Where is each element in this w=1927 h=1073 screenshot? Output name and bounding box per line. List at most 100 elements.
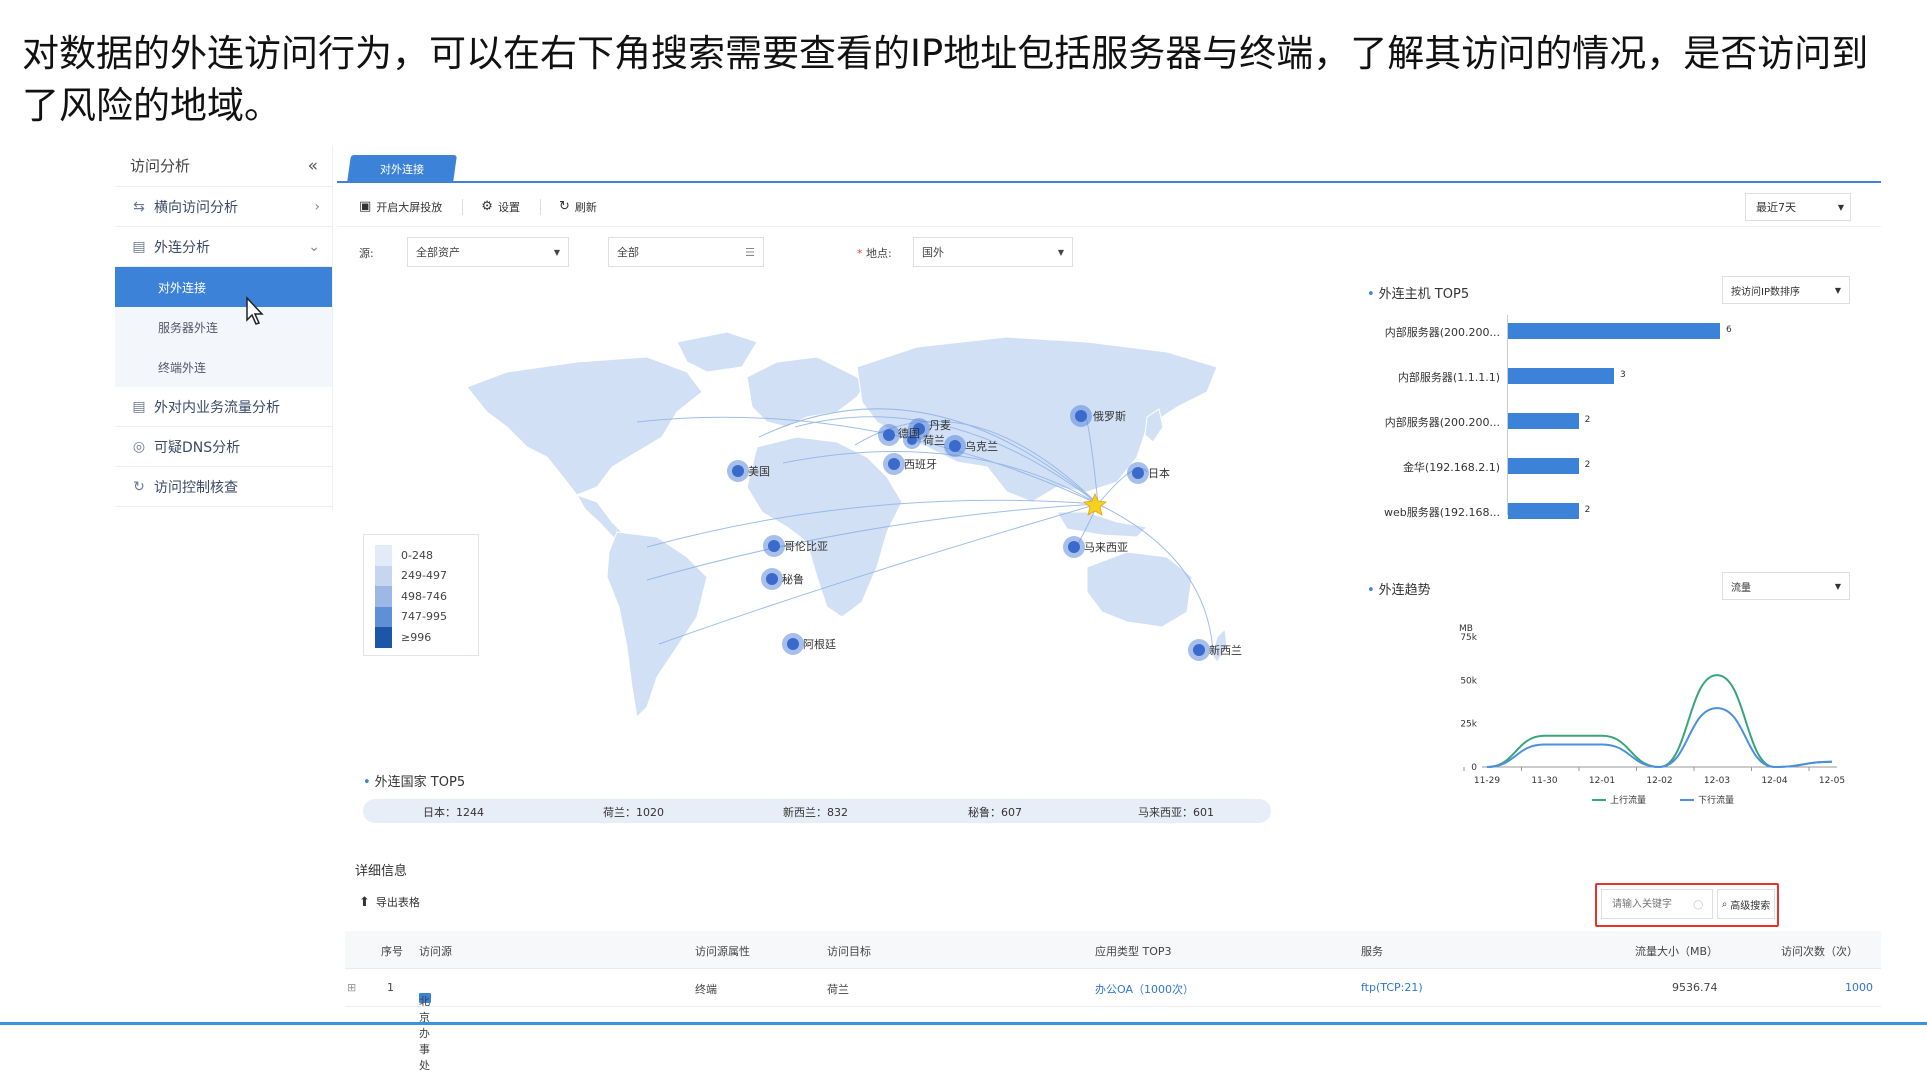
cell-target: 荷兰 [827, 983, 849, 996]
cell-app-link[interactable]: 办公OA（1000次） [1095, 981, 1194, 997]
search-icon: ⌕ [1721, 898, 1728, 910]
col-header[interactable]: 应用类型 TOP3 [1095, 943, 1172, 959]
legend-swatch [375, 606, 392, 627]
table-row[interactable]: ⊞ 1 北京办事处 终端 荷兰 办公OA（1000次） ftp(TCP:21) … [345, 969, 1881, 1072]
host-top5-title: • 外连主机 TOP5 [1367, 287, 1470, 302]
legend-item: 498-746 [375, 586, 478, 607]
export-button[interactable]: ⬆ 导出表格 [359, 894, 420, 910]
host-bar[interactable] [1508, 368, 1614, 384]
legend-item: 0-248 [375, 545, 478, 566]
city-label: 美国 [748, 465, 770, 478]
doc-icon: ▤ [132, 238, 146, 255]
sidebar: 访问分析 « ⇆ 横向访问分析 › ▤ 外连分析 ⌄ 对外连接 服务器外连 终端… [115, 145, 333, 510]
main-panel: 对外连接 ▣ 开启大屏投放 ⚙ 设置 ↻ 刷新 最近7天 ▼ 源: 全部资产 ▼ 全部 ☰ … [337, 147, 1881, 1072]
host-bar-label: 金华(192.168.2.1) [1402, 461, 1500, 474]
y-tick-label: 0 [1471, 763, 1477, 773]
country-top5-item: 新西兰：832 [783, 806, 848, 819]
refresh-button[interactable]: ↻ 刷新 [559, 199, 597, 215]
map-central-america [575, 494, 623, 540]
host-bar-label: 内部服务器(200.200... [1384, 416, 1500, 429]
sidebar-item-access-control[interactable]: ↻ 访问控制核查 [115, 467, 332, 507]
advanced-search-button[interactable]: ⌕ 高级搜索 [1717, 889, 1775, 919]
trend-metric-select[interactable]: 流量 ▼ [1722, 572, 1850, 600]
sidebar-item-label: 外连分析 [154, 239, 210, 256]
collapse-icon[interactable]: « [308, 156, 318, 176]
sidebar-item-label: 外对内业务流量分析 [154, 399, 280, 416]
country-top5-item: 荷兰：1020 [603, 806, 664, 819]
col-header[interactable]: 访问目标 [827, 943, 871, 959]
legend-swatch [375, 586, 392, 607]
bottom-accent-line [0, 1022, 1927, 1025]
location-label: * 地点: [857, 247, 892, 260]
host-bar-value: 6 [1726, 325, 1732, 335]
dns-icon: ◎ [132, 438, 146, 455]
sidebar-item-label: 可疑DNS分析 [154, 439, 241, 456]
cell-count-link[interactable]: 1000 [1845, 981, 1873, 994]
host-bar[interactable] [1508, 323, 1720, 339]
chevron-right-icon: › [314, 198, 320, 215]
tab-external-connect[interactable]: 对外连接 [347, 155, 457, 183]
source-select[interactable]: 全部资产 ▼ [407, 237, 569, 267]
country-top5-item: 马来西亚：601 [1138, 806, 1214, 819]
sidebar-item-lateral[interactable]: ⇆ 横向访问分析 › [115, 187, 332, 227]
fullscreen-button[interactable]: ▣ 开启大屏投放 [359, 199, 442, 215]
city-label: 丹麦 [929, 419, 951, 432]
asset-select[interactable]: 全部 ☰ [608, 237, 764, 267]
col-header[interactable]: 服务 [1361, 943, 1383, 959]
col-header[interactable]: 序号 [381, 943, 403, 959]
divider [539, 198, 541, 215]
map-australia [1086, 551, 1193, 628]
host-bar[interactable] [1508, 413, 1579, 429]
legend-item: ≥996 [375, 627, 478, 648]
host-sort-select[interactable]: 按访问IP数排序 ▼ [1722, 276, 1850, 304]
map-north-america [466, 356, 703, 496]
city-label: 阿根廷 [803, 637, 836, 651]
sidebar-item-outbound[interactable]: ▤ 外连分析 ⌄ [115, 227, 332, 267]
map-legend: 0-248 249-497 498-746 747-995 ≥996 [363, 534, 479, 656]
settings-button[interactable]: ⚙ 设置 [481, 199, 520, 215]
detail-title: 详细信息 [355, 864, 408, 879]
host-bar-value: 2 [1584, 505, 1591, 515]
cell-size: 9536.74 [1672, 981, 1718, 994]
location-select[interactable]: 国外 ▼ [913, 237, 1073, 267]
trend-chart: MB75k50k25k011-29 11-30 12-01 12-02 12-03 12-… [1459, 624, 1845, 806]
host-bar[interactable] [1508, 458, 1579, 474]
table-header: 序号 访问源 访问源属性 访问目标 应用类型 TOP3 服务 流量大小（MB） … [345, 931, 1881, 969]
map-africa [746, 436, 903, 618]
expand-icon[interactable]: ⊞ [347, 981, 356, 994]
col-header[interactable]: 访问源 [419, 943, 452, 959]
sidebar-sub-terminal-outbound[interactable]: 终端外连 [115, 347, 332, 387]
legend-swatch [375, 565, 392, 586]
toolbar: ▣ 开启大屏投放 ⚙ 设置 ↻ 刷新 最近7天 ▼ [337, 187, 1881, 227]
city-label: 日本 [1148, 466, 1170, 480]
city-label: 新西兰 [1209, 643, 1242, 657]
cell-attr: 终端 [695, 983, 717, 996]
x-tick-label: 12-02 [1646, 776, 1672, 786]
sidebar-sub-server-outbound[interactable]: 服务器外连 [115, 307, 332, 347]
map-greenland [676, 331, 758, 373]
city-label: 荷兰 [923, 434, 945, 447]
caret-down-icon: ▼ [1834, 581, 1841, 591]
host-bar-label: web服务器(192.168... [1383, 506, 1500, 519]
x-tick-label: 11-30 [1531, 776, 1557, 786]
sidebar-item-dns[interactable]: ◎ 可疑DNS分析 [115, 427, 332, 467]
sidebar-sub-external-connect[interactable]: 对外连接 [115, 267, 332, 307]
time-range-select[interactable]: 最近7天 ▼ [1745, 193, 1851, 221]
country-top5-item: 秘鲁：607 [968, 806, 1022, 819]
col-header[interactable]: 访问次数（次） [1781, 943, 1858, 959]
sidebar-item-inbound-traffic[interactable]: ▤ 外对内业务流量分析 [115, 387, 332, 427]
caret-down-icon: ▼ [1057, 247, 1064, 257]
trend-title: • 外连趋势 [1367, 583, 1431, 598]
col-header[interactable]: 流量大小（MB） [1635, 943, 1718, 959]
doc-icon: ▤ [132, 398, 146, 415]
screen-icon: ▣ [359, 199, 372, 214]
city-label: 乌克兰 [965, 439, 998, 453]
cell-service-link[interactable]: ftp(TCP:21) [1361, 981, 1423, 994]
tab-bar: 对外连接 [337, 147, 1881, 183]
host-bar[interactable] [1508, 503, 1579, 519]
col-header[interactable]: 访问源属性 [695, 943, 750, 959]
arrows-icon: ⇆ [133, 198, 145, 215]
host-bar-label: 内部服务器(1.1.1.1) [1397, 371, 1500, 384]
x-tick-label: 12-03 [1704, 776, 1730, 786]
x-tick-label: 11-29 [1474, 776, 1500, 786]
